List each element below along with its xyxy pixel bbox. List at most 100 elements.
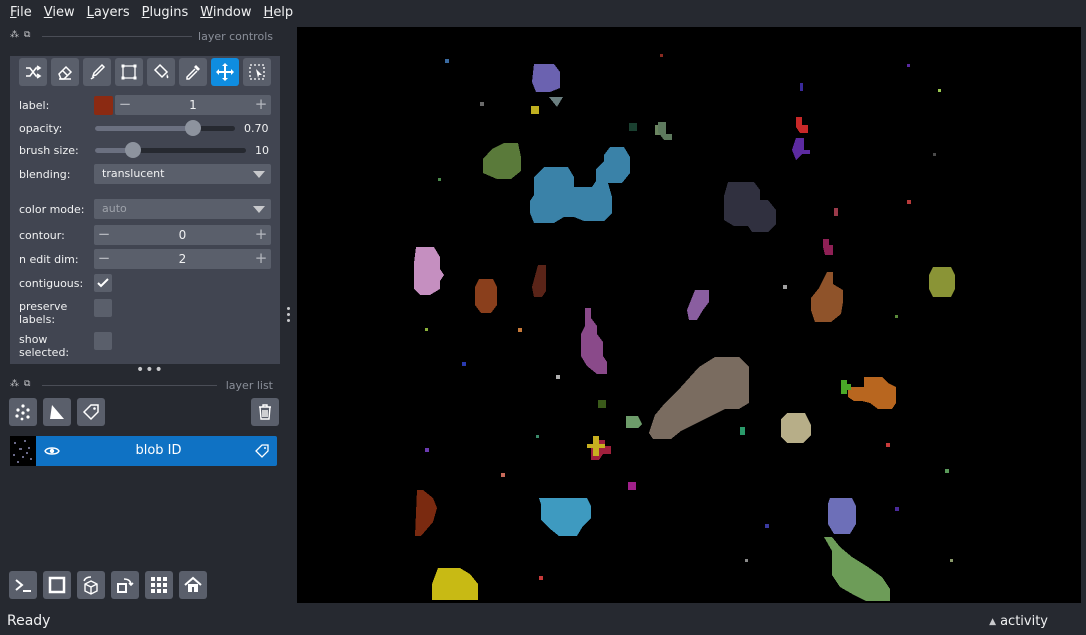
n-edit-dim-value[interactable]: 2: [114, 249, 251, 269]
plus-icon[interactable]: +: [251, 249, 271, 269]
shuffle-icon: [26, 65, 42, 79]
label-color-swatch[interactable]: [94, 96, 113, 115]
fill-bucket-icon: [153, 63, 169, 79]
chevron-down-icon: [253, 206, 265, 213]
color-mode-select[interactable]: auto: [94, 199, 271, 219]
square-icon: [48, 576, 66, 594]
show-selected-checkbox[interactable]: [94, 332, 112, 350]
dock-title-divider: [42, 36, 192, 37]
tag-icon: [82, 404, 99, 421]
plus-icon[interactable]: +: [251, 95, 271, 115]
status-text: Ready: [7, 613, 51, 629]
n-edit-dim-spinbox[interactable]: − 2 +: [94, 249, 271, 269]
checkmark-icon: [97, 278, 109, 288]
console-button[interactable]: [9, 571, 37, 599]
layer-item-blob-id[interactable]: blob ID: [10, 436, 277, 466]
pan-zoom-icon: [216, 63, 234, 81]
pan-zoom-button[interactable]: [211, 58, 239, 86]
dock-resize-handle[interactable]: •••: [136, 363, 164, 377]
fill-button[interactable]: [147, 58, 175, 86]
erase-button[interactable]: [51, 58, 79, 86]
color-mode-value: auto: [102, 202, 127, 215]
n-edit-dim-caption: n edit dim:: [19, 253, 79, 266]
new-labels-layer-button[interactable]: [77, 398, 105, 426]
dock-float-close-icon[interactable]: ⁂⧉: [10, 30, 35, 40]
caret-up-icon: ▲: [989, 617, 997, 627]
polygon-button[interactable]: [115, 58, 143, 86]
grid-view-button[interactable]: [145, 571, 173, 599]
paint-button[interactable]: [83, 58, 111, 86]
layer-name[interactable]: blob ID: [70, 436, 247, 466]
layer-controls-panel: label: − 1 + opacity: 0.70 brush size: 1…: [10, 56, 280, 364]
eye-icon[interactable]: [44, 444, 60, 458]
mode-toolbar: [19, 58, 275, 86]
show-selected-caption-line2: selected:: [19, 346, 70, 359]
transform-select-button[interactable]: [243, 58, 271, 86]
transpose-button[interactable]: [111, 571, 139, 599]
home-icon: [184, 576, 202, 592]
points-icon: [15, 404, 30, 421]
brush-size-slider-handle[interactable]: [124, 142, 141, 158]
trash-icon: [259, 404, 271, 420]
blending-caption: blending:: [19, 168, 71, 181]
show-selected-caption: show selected:: [19, 333, 69, 359]
new-shapes-layer-button[interactable]: [43, 398, 71, 426]
color-picker-icon: [186, 65, 200, 80]
menu-plugins[interactable]: Plugins: [137, 5, 194, 20]
menu-view[interactable]: View: [39, 5, 80, 20]
layer-controls-title: layer controls: [198, 29, 273, 43]
dock-splitter-handle[interactable]: [287, 307, 291, 325]
blending-select[interactable]: translucent: [94, 164, 271, 184]
label-caption: label:: [19, 99, 50, 112]
activity-label: activity: [1000, 614, 1048, 629]
layer-thumbnail: [10, 436, 36, 466]
contour-spinbox[interactable]: − 0 +: [94, 225, 271, 245]
polygon-transform-icon: [121, 64, 137, 80]
blending-value: translucent: [102, 167, 165, 180]
preserve-labels-caption-line2: labels:: [19, 313, 56, 326]
layer-list-dock-title: ⁂⧉ layer list: [0, 377, 273, 393]
pick-button[interactable]: [179, 58, 207, 86]
brush-size-value: 10: [255, 144, 269, 157]
menu-file[interactable]: File: [5, 5, 37, 20]
minus-icon[interactable]: −: [94, 249, 114, 269]
shuffle-colors-button[interactable]: [19, 58, 47, 86]
labels-layer-type-icon: [255, 444, 269, 458]
paint-brush-icon: [90, 63, 106, 80]
preserve-labels-checkbox[interactable]: [94, 299, 112, 317]
layer-controls-dock-title: ⁂⧉ layer controls: [0, 28, 273, 44]
opacity-caption: opacity:: [19, 122, 63, 135]
menu-layers[interactable]: Layers: [82, 5, 135, 20]
opacity-slider[interactable]: [95, 120, 235, 136]
contour-value[interactable]: 0: [114, 225, 251, 245]
opacity-value: 0.70: [244, 122, 269, 135]
reset-view-button[interactable]: [179, 571, 207, 599]
brush-size-slider[interactable]: [95, 142, 246, 158]
color-mode-caption: color mode:: [19, 203, 85, 216]
show-selected-caption-line1: show: [19, 333, 48, 346]
image-canvas[interactable]: [297, 27, 1081, 603]
plus-icon[interactable]: +: [251, 225, 271, 245]
minus-icon[interactable]: −: [94, 225, 114, 245]
select-icon: [249, 64, 265, 80]
new-points-layer-button[interactable]: [9, 398, 37, 426]
opacity-slider-handle[interactable]: [185, 120, 201, 136]
status-bar: Ready ▲ activity: [0, 606, 1086, 635]
menu-help[interactable]: Help: [259, 5, 299, 20]
layer-list-title: layer list: [225, 378, 273, 392]
grid-icon: [151, 577, 167, 593]
dock-float-close-icon[interactable]: ⁂⧉: [10, 379, 35, 389]
label-spinbox[interactable]: − 1 +: [115, 95, 271, 115]
dock-title-divider: [42, 385, 217, 386]
delete-layer-button[interactable]: [251, 398, 279, 426]
roll-dims-button[interactable]: [77, 571, 105, 599]
label-blobs-render: [414, 54, 955, 601]
toggle-ndisplay-button[interactable]: [43, 571, 71, 599]
label-value[interactable]: 1: [135, 95, 251, 115]
contiguous-checkbox[interactable]: [94, 274, 112, 292]
transpose-icon: [117, 578, 134, 593]
menu-window[interactable]: Window: [195, 5, 256, 20]
activity-toggle[interactable]: ▲ activity: [989, 614, 1048, 629]
minus-icon[interactable]: −: [115, 95, 135, 115]
cube-rotate-icon: [83, 576, 98, 595]
